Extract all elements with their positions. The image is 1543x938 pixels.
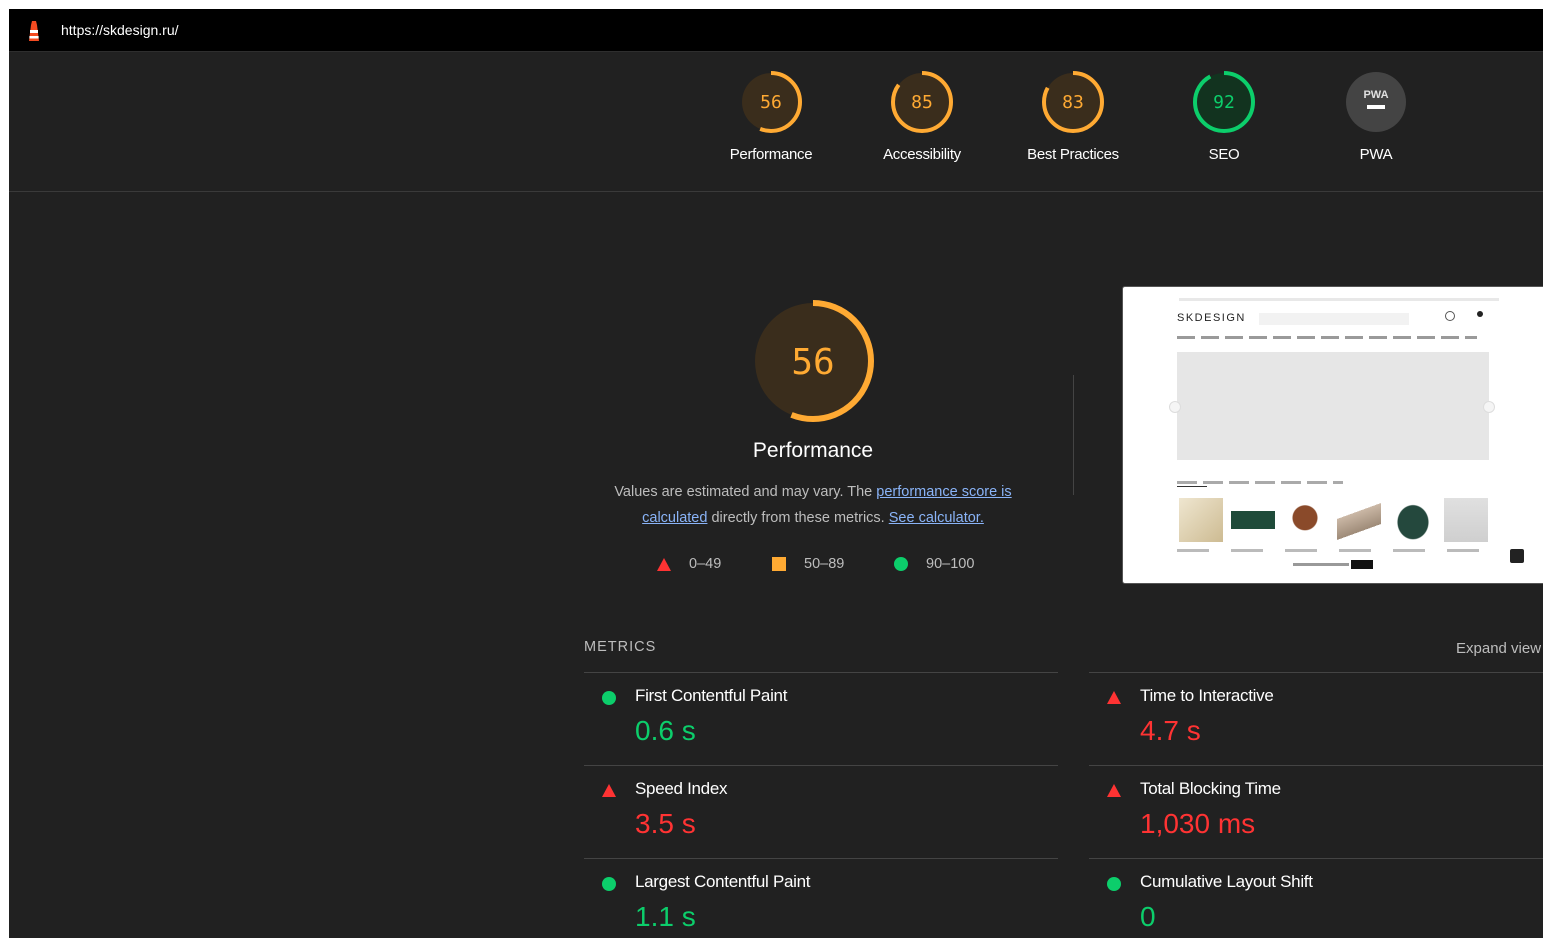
gauge-label: Best Practices bbox=[1027, 146, 1119, 163]
product-image bbox=[1444, 498, 1488, 542]
metric-value: 4.7 s bbox=[1140, 715, 1201, 746]
final-screenshot[interactable]: SKDESIGN bbox=[1122, 286, 1543, 584]
legend-average: 50–89 bbox=[772, 556, 844, 572]
report-url-link[interactable]: https://skdesign.ru/ bbox=[61, 22, 179, 38]
metric-value: 1.1 s bbox=[635, 901, 696, 932]
see-calculator-link[interactable]: See calculator. bbox=[889, 510, 984, 526]
performance-score-gauge-icon: 56 bbox=[752, 300, 874, 422]
lighthouse-report: https://skdesign.ru/ 56 Performance 85 A… bbox=[9, 9, 1543, 938]
metric-value: 1,030 ms bbox=[1140, 808, 1256, 839]
legend-fail: 0–49 bbox=[657, 556, 721, 572]
product-image bbox=[1231, 498, 1275, 542]
performance-description: Values are estimated and may vary. The p… bbox=[614, 484, 1012, 526]
gauge-accessibility[interactable]: 85 Accessibility bbox=[862, 70, 982, 163]
metric-speed-index: Speed Index 3.5 s bbox=[584, 766, 1054, 858]
product-image bbox=[1337, 498, 1381, 542]
gauge-score: 83 bbox=[1062, 92, 1084, 113]
circle-icon bbox=[894, 557, 908, 571]
screenshot-banner bbox=[1177, 352, 1489, 460]
chat-icon bbox=[1510, 549, 1524, 563]
gauge-performance[interactable]: 56 Performance bbox=[711, 70, 831, 163]
metrics-heading: METRICS bbox=[584, 639, 657, 655]
metric-value: 0 bbox=[1140, 901, 1156, 932]
heart-icon bbox=[1445, 311, 1455, 321]
metric-total-blocking-time: Total Blocking Time 1,030 ms bbox=[1089, 766, 1543, 858]
chevron-left-icon bbox=[1169, 401, 1181, 413]
gauge-score: 85 bbox=[911, 92, 933, 113]
gauge-best-practices[interactable]: 83 Best Practices bbox=[1013, 70, 1133, 163]
metric-cumulative-layout-shift: Cumulative Layout Shift 0 bbox=[1089, 859, 1543, 938]
square-icon bbox=[772, 557, 786, 571]
gauge-seo[interactable]: 92 SEO bbox=[1164, 70, 1284, 163]
lighthouse-logo-icon bbox=[29, 21, 39, 41]
gauge-label: Performance bbox=[729, 146, 813, 163]
pass-circle-icon bbox=[602, 691, 616, 705]
top-url-bar: https://skdesign.ru/ bbox=[9, 9, 1543, 52]
fail-triangle-icon bbox=[1107, 784, 1121, 797]
fail-triangle-icon bbox=[1107, 691, 1121, 704]
metric-value: 0.6 s bbox=[635, 715, 696, 746]
product-image bbox=[1283, 498, 1327, 542]
performance-title: Performance bbox=[752, 439, 874, 462]
chevron-right-icon bbox=[1483, 401, 1495, 413]
gauge-label: PWA bbox=[1359, 146, 1393, 163]
legend-pass: 90–100 bbox=[894, 556, 974, 572]
product-image bbox=[1391, 498, 1435, 542]
fail-triangle-icon bbox=[602, 784, 616, 797]
score-gauge-icon: 92 bbox=[1193, 71, 1255, 133]
gauge-score: 92 bbox=[1213, 92, 1235, 113]
section-divider bbox=[1073, 375, 1074, 495]
gauge-pwa[interactable]: PWA PWA bbox=[1316, 70, 1436, 163]
category-gauges: 56 Performance 85 Accessibility 83 Best … bbox=[9, 52, 1543, 192]
pwa-badge-text: PWA bbox=[1363, 89, 1388, 101]
pass-circle-icon bbox=[602, 877, 616, 891]
metric-largest-contentful-paint: Largest Contentful Paint 1.1 s bbox=[584, 859, 1054, 938]
pass-circle-icon bbox=[1107, 877, 1121, 891]
gauge-score: 56 bbox=[760, 92, 782, 113]
metric-value: 3.5 s bbox=[635, 808, 696, 839]
score-gauge-icon: 83 bbox=[1042, 71, 1104, 133]
expand-view-toggle[interactable]: Expand view bbox=[1456, 640, 1541, 657]
triangle-icon bbox=[657, 557, 671, 571]
score-gauge-icon: 85 bbox=[891, 71, 953, 133]
performance-gauge: 56 bbox=[751, 299, 875, 428]
screenshot-page: SKDESIGN bbox=[1129, 293, 1543, 583]
gauge-label: SEO bbox=[1208, 146, 1240, 163]
gauge-label: Accessibility bbox=[883, 146, 961, 163]
metric-first-contentful-paint: First Contentful Paint 0.6 s bbox=[584, 673, 1054, 765]
product-image bbox=[1179, 498, 1223, 542]
pwa-badge-icon: PWA bbox=[1346, 72, 1406, 132]
cart-icon bbox=[1477, 311, 1483, 317]
performance-score: 56 bbox=[791, 342, 834, 383]
metric-time-to-interactive: Time to Interactive 4.7 s bbox=[1089, 673, 1543, 765]
screenshot-logo: SKDESIGN bbox=[1177, 312, 1246, 324]
score-gauge-icon: 56 bbox=[740, 71, 802, 133]
